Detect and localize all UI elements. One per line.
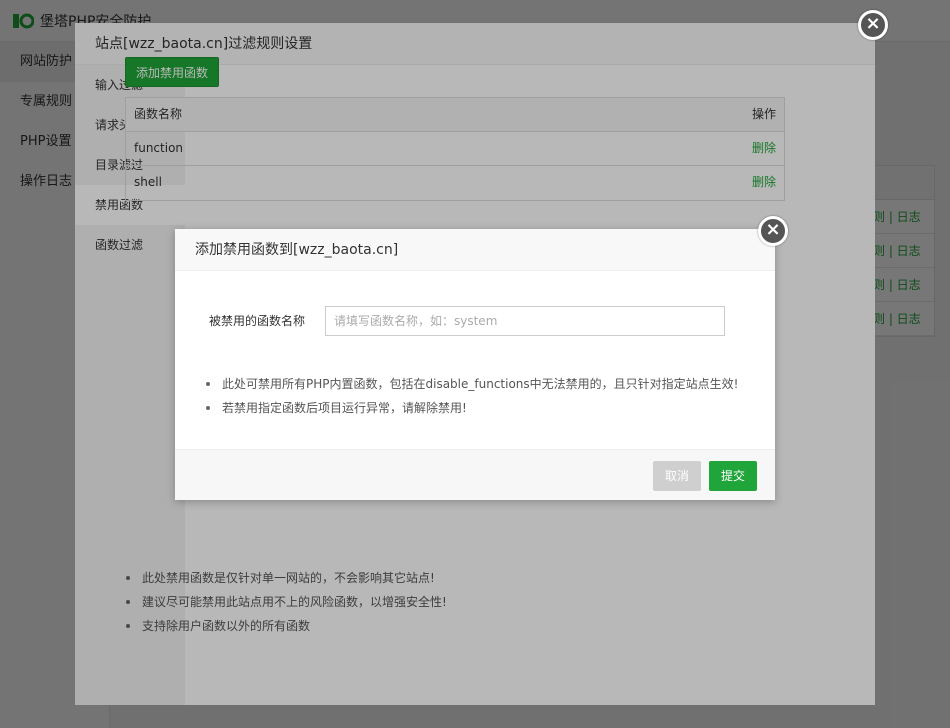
submit-button[interactable]: 提交: [709, 461, 757, 491]
function-name-input[interactable]: [325, 306, 725, 336]
add-disabled-function-modal-title: 添加禁用函数到[wzz_baota.cn]: [175, 229, 775, 271]
modal-footer: 取消 提交: [175, 449, 775, 500]
note-item: 若禁用指定函数后项目运行异常，请解除禁用!: [205, 396, 765, 420]
cancel-button[interactable]: 取消: [653, 461, 701, 491]
note-item: 此处可禁用所有PHP内置函数，包括在disable_functions中无法禁用…: [205, 372, 765, 396]
add-function-notes: 此处可禁用所有PHP内置函数，包括在disable_functions中无法禁用…: [205, 372, 765, 420]
function-name-label: 被禁用的函数名称: [209, 314, 306, 328]
close-icon[interactable]: ×: [758, 216, 788, 246]
function-name-form-row: 被禁用的函数名称: [175, 306, 775, 336]
close-icon[interactable]: ×: [858, 10, 888, 40]
add-disabled-function-modal: 添加禁用函数到[wzz_baota.cn] 被禁用的函数名称 此处可禁用所有PH…: [175, 229, 775, 500]
